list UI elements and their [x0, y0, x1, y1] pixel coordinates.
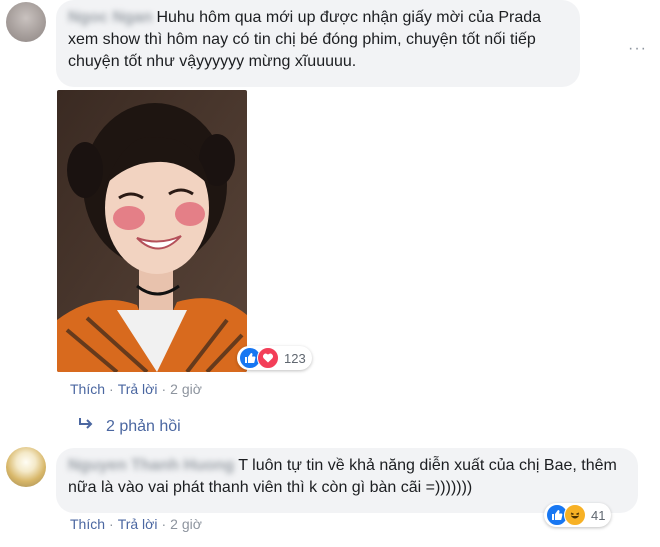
like-button[interactable]: Thích — [70, 516, 105, 532]
view-replies-link[interactable]: 2 phản hồi — [78, 417, 181, 436]
reaction-count: 123 — [284, 350, 306, 366]
like-button[interactable]: Thích — [70, 381, 105, 397]
comment-bubble: Ngoc Ngan Huhu hôm qua mới up được nhận g… — [56, 0, 580, 87]
love-icon — [257, 347, 279, 369]
comment-actions: Thích · Trả lời · 2 giờ — [70, 381, 202, 397]
separator-dot: · — [109, 381, 114, 397]
reaction-summary[interactable]: 41 — [544, 503, 612, 527]
separator-dot: · — [161, 381, 167, 397]
timestamp[interactable]: 2 giờ — [170, 516, 202, 532]
comment-photo[interactable] — [57, 90, 247, 372]
separator-dot: · — [161, 516, 167, 532]
timestamp[interactable]: 2 giờ — [170, 381, 202, 397]
more-options-icon[interactable]: ··· — [628, 40, 647, 58]
commenter-avatar[interactable] — [6, 2, 46, 42]
portrait-image — [57, 90, 247, 372]
reaction-count: 41 — [591, 507, 606, 523]
reply-button[interactable]: Trả lời — [118, 381, 158, 397]
reply-button[interactable]: Trả lời — [118, 516, 158, 532]
reply-arrow-icon — [78, 417, 94, 436]
separator-dot: · — [109, 516, 114, 532]
commenter-avatar[interactable] — [6, 447, 46, 487]
author-name[interactable]: Nguyen Thanh Huong — [68, 455, 234, 477]
haha-icon — [564, 504, 586, 526]
replies-label: 2 phản hồi — [106, 417, 181, 435]
reaction-summary[interactable]: 123 — [237, 346, 312, 370]
author-name[interactable]: Ngoc Ngan — [68, 7, 152, 29]
comment-actions: Thích · Trả lời · 2 giờ — [70, 516, 202, 532]
